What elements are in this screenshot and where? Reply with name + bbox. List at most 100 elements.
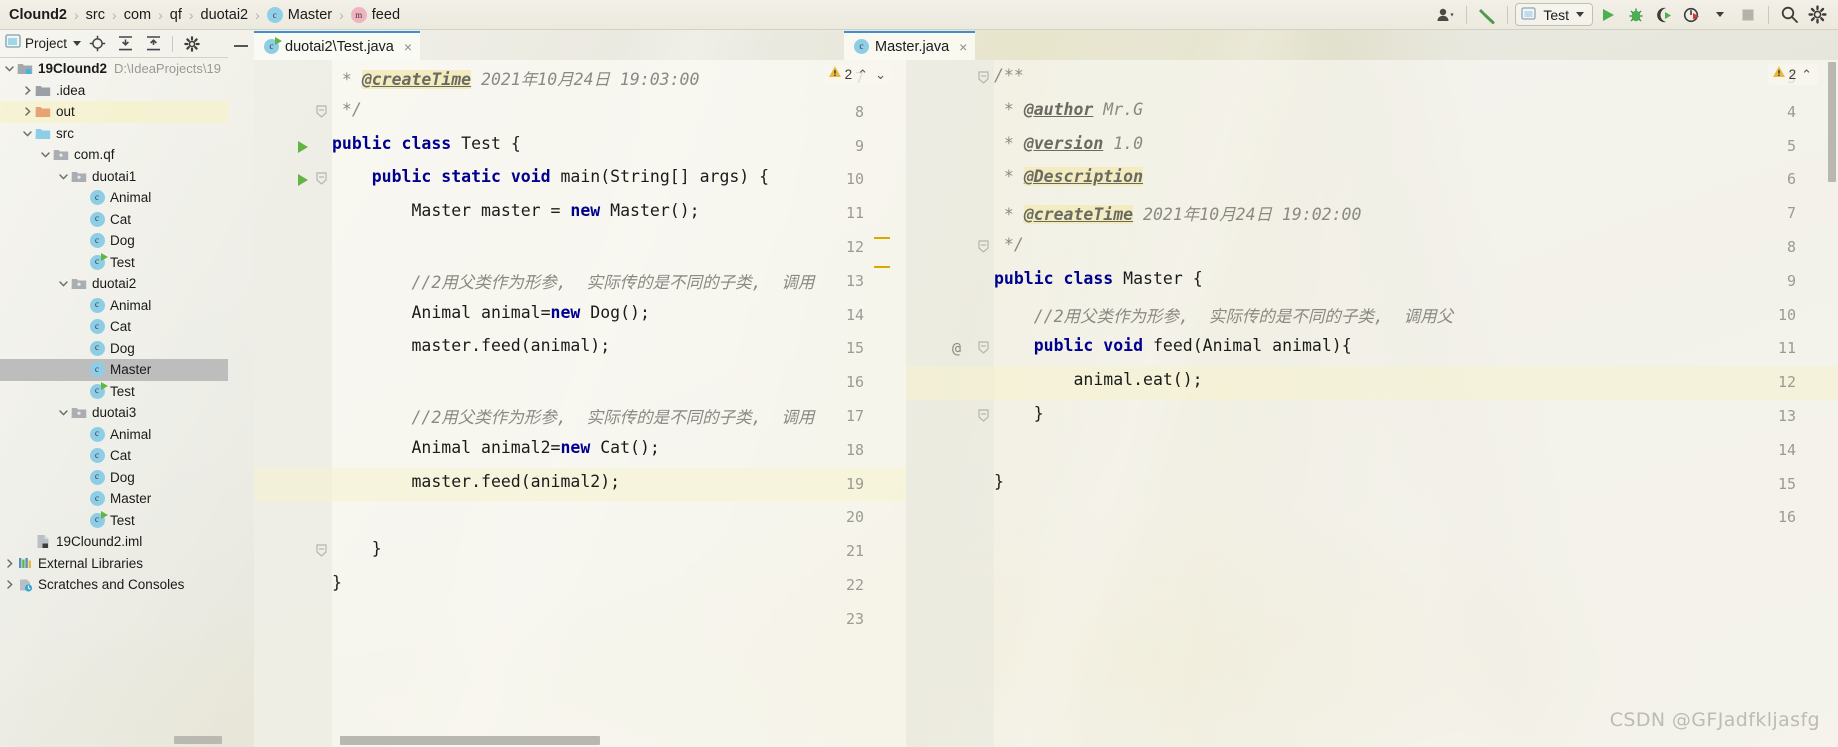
close-icon[interactable]: × xyxy=(959,39,967,55)
chevron-down-icon[interactable] xyxy=(39,148,52,161)
code-folding-marker[interactable] xyxy=(316,105,327,118)
code-content-left[interactable]: 7 * @createTime 2021年10月24日 19:03:008 */… xyxy=(254,60,906,747)
expand-all-icon[interactable] xyxy=(113,33,137,55)
code-folding-marker[interactable] xyxy=(316,172,327,186)
settings-gear-icon[interactable] xyxy=(180,33,204,55)
code-line[interactable]: * @version 1.0 xyxy=(994,134,1838,153)
tree-node-dog[interactable]: c Dog xyxy=(0,467,228,489)
code-line[interactable]: //2用父类作为形参, 实际传的是不同的子类, 调用 xyxy=(332,269,906,293)
chevron-right-icon[interactable] xyxy=(21,84,34,97)
tree-node-test[interactable]: c Test xyxy=(0,252,228,274)
user-icon[interactable] xyxy=(1433,3,1459,27)
run-gutter-icon[interactable] xyxy=(298,174,308,187)
tree-node-src[interactable]: src xyxy=(0,123,228,145)
code-line[interactable]: */ xyxy=(994,235,1838,254)
tree-node-master[interactable]: c Master xyxy=(0,488,228,510)
code-line[interactable]: public class Master { xyxy=(994,269,1838,288)
code-line[interactable]: Master master = new Master(); xyxy=(332,201,906,220)
tree-node-animal[interactable]: c Animal xyxy=(0,187,228,209)
prev-problem-icon[interactable]: ⌃ xyxy=(1799,67,1814,83)
code-line[interactable]: Animal animal2=new Cat(); xyxy=(332,438,906,457)
code-line[interactable]: */ xyxy=(332,100,906,119)
tree-node-duotai1[interactable]: duotai1 xyxy=(0,166,228,188)
breadcrumb-item-qf[interactable]: qf xyxy=(167,7,185,23)
chevron-right-icon[interactable] xyxy=(3,578,16,591)
tree-node-animal[interactable]: c Animal xyxy=(0,295,228,317)
code-line[interactable]: public class Test { xyxy=(332,134,906,153)
search-everywhere-icon[interactable] xyxy=(1776,3,1802,27)
project-tree[interactable]: 19Clound2 D:\IdeaProjects\19 .idea out src co… xyxy=(0,58,228,733)
override-gutter-icon[interactable]: @ xyxy=(952,339,961,357)
tree-node-dog[interactable]: c Dog xyxy=(0,338,228,360)
code-line[interactable]: public void feed(Animal animal){ xyxy=(994,336,1838,355)
stop-icon[interactable] xyxy=(1735,3,1761,27)
profiler-dropdown-icon[interactable] xyxy=(1707,3,1733,27)
locate-icon[interactable] xyxy=(85,33,109,55)
code-folding-marker[interactable] xyxy=(978,409,989,422)
chevron-right-icon[interactable] xyxy=(3,557,16,570)
chevron-down-icon[interactable] xyxy=(3,62,16,75)
breadcrumb-item-feed[interactable]: m feed xyxy=(348,6,403,23)
tree-node-master[interactable]: c Master xyxy=(0,359,228,381)
code-line[interactable]: } xyxy=(332,539,906,558)
code-line[interactable]: /** xyxy=(994,66,1838,85)
tree-node-cat[interactable]: c Cat xyxy=(0,445,228,467)
chevron-down-icon[interactable] xyxy=(57,170,70,183)
tree-node-out[interactable]: out xyxy=(0,101,228,123)
tree-node-com-qf[interactable]: com.qf xyxy=(0,144,228,166)
chevron-down-icon[interactable] xyxy=(21,127,34,140)
next-problem-icon[interactable]: ⌄ xyxy=(873,67,888,83)
close-icon[interactable]: × xyxy=(404,39,412,55)
tree-node-dog[interactable]: c Dog xyxy=(0,230,228,252)
code-line[interactable]: //2用父类作为形参, 实际传的是不同的子类, 调用父 xyxy=(994,303,1838,327)
code-line[interactable]: public static void main(String[] args) { xyxy=(332,167,906,186)
tab-test-java[interactable]: c duotai2\Test.java × xyxy=(254,31,421,60)
code-line[interactable]: } xyxy=(994,472,1838,491)
prev-problem-icon[interactable]: ⌃ xyxy=(855,67,870,83)
collapse-all-icon[interactable] xyxy=(141,33,165,55)
code-line[interactable]: master.feed(animal); xyxy=(332,336,906,355)
tree-node-animal[interactable]: c Animal xyxy=(0,424,228,446)
code-line[interactable]: master.feed(animal2); xyxy=(332,472,906,491)
tree-node-duotai2[interactable]: duotai2 xyxy=(0,273,228,295)
run-icon[interactable] xyxy=(1595,3,1621,27)
run-gutter-icon[interactable] xyxy=(298,140,308,153)
inspection-widget-left[interactable]: 2 ⌃ ⌄ xyxy=(823,64,892,85)
code-line[interactable]: * @createTime 2021年10月24日 19:02:00 xyxy=(994,201,1838,225)
build-hammer-icon[interactable] xyxy=(1474,3,1500,27)
hide-toolwindow-icon[interactable] xyxy=(228,31,254,60)
chevron-down-icon[interactable] xyxy=(57,277,70,290)
breadcrumb-item-src[interactable]: src xyxy=(83,7,108,23)
breadcrumb-item-clound2[interactable]: Clound2 xyxy=(6,7,70,23)
chevron-down-icon[interactable] xyxy=(73,41,82,46)
chevron-down-icon[interactable] xyxy=(57,406,70,419)
run-with-coverage-icon[interactable] xyxy=(1651,3,1677,27)
code-folding-marker[interactable] xyxy=(978,71,989,84)
code-folding-marker[interactable] xyxy=(978,240,989,253)
tree-node-test[interactable]: c Test xyxy=(0,510,228,532)
code-line[interactable]: animal.eat(); xyxy=(994,370,1838,389)
breadcrumb-item-master[interactable]: c Master xyxy=(264,6,335,23)
code-line[interactable]: } xyxy=(332,573,906,592)
code-folding-marker[interactable] xyxy=(978,341,989,355)
tree-node-19clound2-iml[interactable]: 19Clound2.iml xyxy=(0,531,228,553)
settings-gear-icon[interactable] xyxy=(1804,3,1830,27)
tree-node-cat[interactable]: c Cat xyxy=(0,316,228,338)
chevron-right-icon[interactable] xyxy=(21,105,34,118)
tree-node-scratches-and-consoles[interactable]: Scratches and Consoles xyxy=(0,574,228,596)
code-line[interactable]: * @createTime 2021年10月24日 19:03:00 xyxy=(332,66,906,90)
debug-icon[interactable] xyxy=(1623,3,1649,27)
breadcrumb-item-duotai2[interactable]: duotai2 xyxy=(198,7,252,23)
code-line[interactable]: Animal animal=new Dog(); xyxy=(332,303,906,322)
tree-node-cat[interactable]: c Cat xyxy=(0,209,228,231)
tree-node-duotai3[interactable]: duotai3 xyxy=(0,402,228,424)
inspection-widget-right[interactable]: 2 ⌃ xyxy=(1767,64,1818,85)
code-content-right[interactable]: 3/**4 * @author Mr.G5 * @version 1.06 * … xyxy=(906,60,1838,747)
code-line[interactable]: } xyxy=(994,404,1838,423)
run-configuration-selector[interactable]: Test xyxy=(1515,3,1593,26)
profiler-icon[interactable] xyxy=(1679,3,1705,27)
code-line[interactable]: * @author Mr.G xyxy=(994,100,1838,119)
editor-vertical-scrollbar-right[interactable] xyxy=(1828,62,1836,182)
code-folding-marker[interactable] xyxy=(316,544,327,557)
breadcrumb-item-com[interactable]: com xyxy=(121,7,154,23)
